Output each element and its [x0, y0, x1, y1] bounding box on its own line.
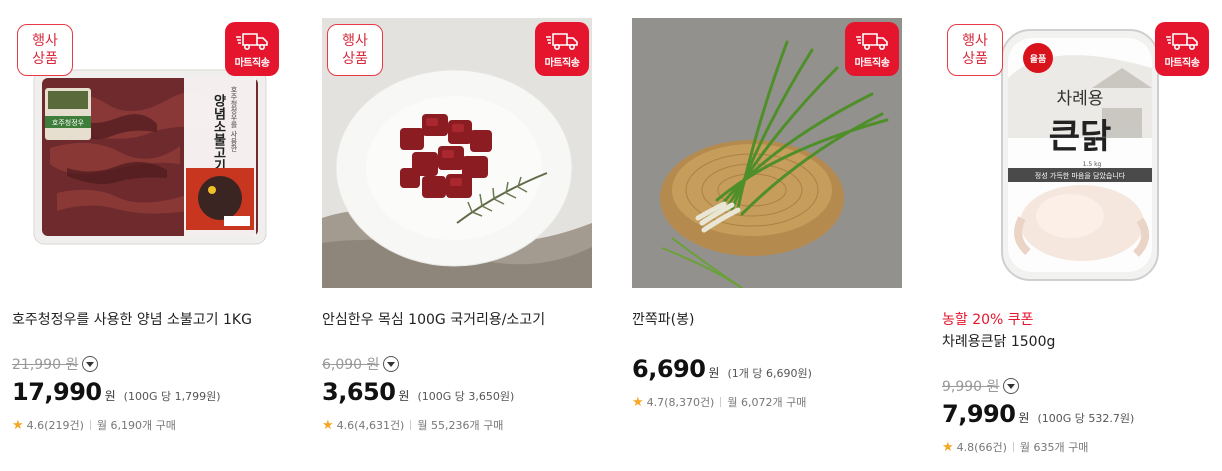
- delivery-truck-icon: [856, 32, 888, 50]
- original-price-row: 9,990 원: [942, 376, 1020, 396]
- rating-row: ★ 4.6 (219건) 월 6,190개 구매: [12, 417, 176, 433]
- price-row: 17,990 원 (100G 당 1,799원): [12, 378, 221, 406]
- star-icon: ★: [942, 439, 954, 455]
- price-row: 3,650 원 (100G 당 3,650원): [322, 378, 514, 406]
- package-slogan-text: 정성 가득한 마음을 담았습니다: [1035, 171, 1126, 180]
- divider: [1012, 442, 1014, 452]
- event-product-badge: 행사 상품: [947, 24, 1003, 76]
- sale-price: 6,690: [632, 355, 706, 383]
- unit-price: (100G 당 3,650원): [417, 390, 515, 403]
- divider: [89, 420, 91, 430]
- package-title-text: 큰닭: [1049, 117, 1112, 157]
- currency-unit: 원: [708, 366, 720, 380]
- package-brand-text: 올품: [1030, 53, 1047, 65]
- sale-price: 7,990: [942, 400, 1016, 428]
- product-card[interactable]: 올품 차례용 큰닭 1.5 kg 정성 가득한 마음을 담았습니다 행사 상품: [942, 0, 1212, 471]
- mart-delivery-badge: 마트직송: [225, 22, 279, 76]
- original-price: 6,090 원: [322, 357, 380, 373]
- rating-value: 4.6: [336, 418, 355, 432]
- event-product-badge: 행사 상품: [327, 24, 383, 76]
- product-card[interactable]: 마트직송 깐쪽파(봉) 6,690 원 (1개 당 6,690원) ★ 4.7 …: [632, 0, 902, 471]
- divider: [720, 397, 722, 407]
- tray-brand-text: 호주청정우: [52, 118, 85, 127]
- delivery-truck-icon: [236, 32, 268, 50]
- monthly-sales: 월 55,236개 구매: [417, 419, 504, 432]
- product-title[interactable]: 호주청정우를 사용한 양념 소불고기 1KG: [12, 309, 252, 329]
- package-weight-text: 1.5 kg: [1083, 161, 1102, 168]
- rating-row: ★ 4.7 (8,370건) 월 6,072개 구매: [632, 394, 806, 410]
- rating-value: 4.8: [956, 440, 975, 454]
- unit-price: (100G 당 1,799원): [123, 390, 221, 403]
- review-count[interactable]: (8,370건): [664, 394, 714, 410]
- product-image[interactable]: 행사 상품 마트직송: [322, 18, 592, 288]
- unit-price: (1개 당 6,690원): [727, 367, 812, 380]
- star-icon: ★: [12, 417, 24, 433]
- sale-price: 17,990: [12, 378, 102, 406]
- product-card[interactable]: 호주청정우 호주청정우를 사용한 양념소불고기 행사 상품 마트직송 호주청정우…: [12, 0, 282, 471]
- monthly-sales: 월 6,072개 구매: [727, 396, 807, 409]
- monthly-sales: 월 635개 구매: [1019, 441, 1089, 454]
- product-title[interactable]: 안심한우 목심 100G 국거리용/소고기: [322, 309, 545, 329]
- sale-price: 3,650: [322, 378, 396, 406]
- coupon-label: 농할 20% 쿠폰: [942, 312, 1034, 328]
- delivery-truck-icon: [546, 32, 578, 50]
- price-row: 7,990 원 (100G 당 532.7원): [942, 400, 1134, 428]
- delivery-truck-icon: [1166, 32, 1198, 50]
- rating-row: ★ 4.8 (66건) 월 635개 구매: [942, 439, 1088, 455]
- rating-value: 4.7: [646, 395, 665, 409]
- review-count[interactable]: (66건): [974, 439, 1007, 455]
- currency-unit: 원: [1018, 411, 1030, 425]
- mart-delivery-badge: 마트직송: [535, 22, 589, 76]
- divider: [410, 420, 412, 430]
- original-price: 21,990 원: [12, 357, 79, 373]
- mart-delivery-badge: 마트직송: [845, 22, 899, 76]
- rating-row: ★ 4.6 (4,631건) 월 55,236개 구매: [322, 417, 503, 433]
- review-count[interactable]: (219건): [44, 417, 84, 433]
- chevron-down-icon[interactable]: [1003, 378, 1020, 394]
- product-image[interactable]: 올품 차례용 큰닭 1.5 kg 정성 가득한 마음을 담았습니다 행사 상품: [942, 18, 1212, 288]
- product-image[interactable]: 호주청정우 호주청정우를 사용한 양념소불고기 행사 상품 마트직송: [12, 18, 282, 288]
- chevron-down-icon[interactable]: [383, 356, 400, 372]
- original-price-row: 21,990 원: [12, 354, 99, 374]
- star-icon: ★: [632, 394, 644, 410]
- rating-value: 4.6: [26, 418, 45, 432]
- tray-title-text: 양념소불고기: [211, 94, 226, 173]
- event-product-badge: 행사 상품: [17, 24, 73, 76]
- original-price: 9,990 원: [942, 379, 1000, 395]
- star-icon: ★: [322, 417, 334, 433]
- product-card[interactable]: 행사 상품 마트직송 안심한우 목심 100G 국거리용/소고기 6,090 원…: [322, 0, 592, 471]
- monthly-sales: 월 6,190개 구매: [96, 419, 176, 432]
- unit-price: (100G 당 532.7원): [1037, 412, 1135, 425]
- chevron-down-icon[interactable]: [82, 356, 99, 372]
- original-price-row: 6,090 원: [322, 354, 400, 374]
- product-title[interactable]: 깐쪽파(봉): [632, 309, 694, 329]
- package-subtitle-text: 차례용: [1057, 89, 1104, 109]
- tray-subtitle-text: 호주청정우를 사용한: [230, 86, 238, 151]
- currency-unit: 원: [398, 389, 410, 403]
- product-title[interactable]: 차례용큰닭 1500g: [942, 331, 1055, 351]
- review-count[interactable]: (4,631건): [354, 417, 404, 433]
- currency-unit: 원: [104, 389, 116, 403]
- price-row: 6,690 원 (1개 당 6,690원): [632, 355, 812, 383]
- product-image[interactable]: 마트직송: [632, 18, 902, 288]
- mart-delivery-badge: 마트직송: [1155, 22, 1209, 76]
